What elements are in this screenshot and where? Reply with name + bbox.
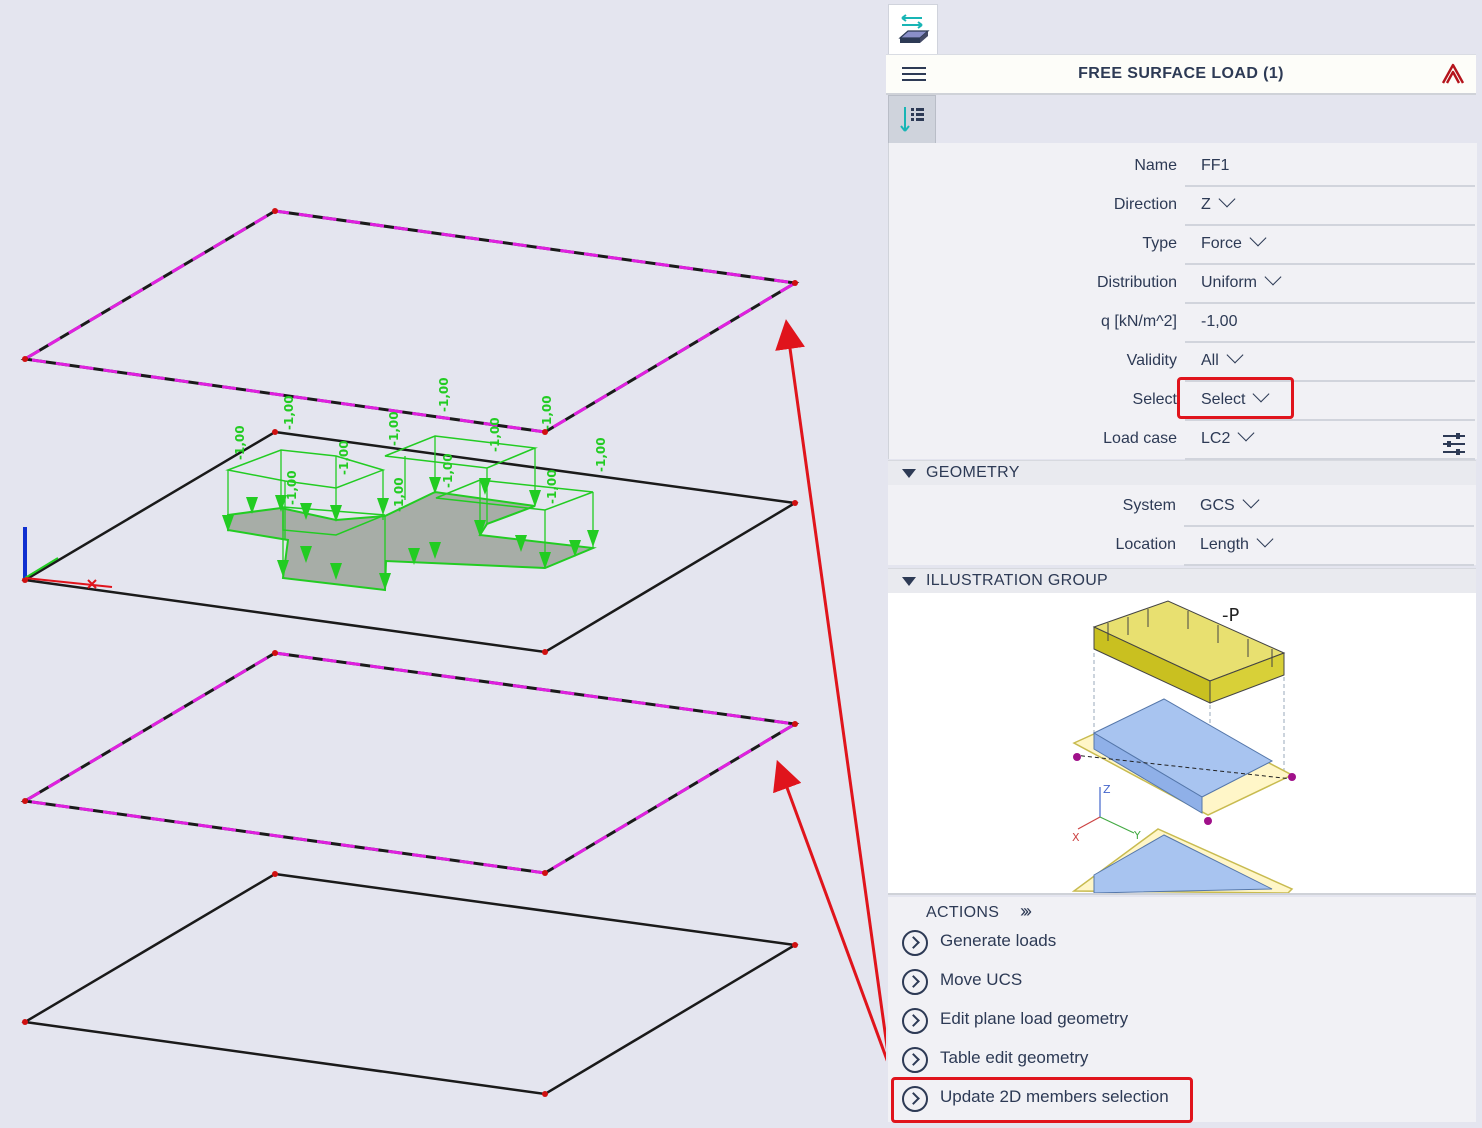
- svg-text:X: X: [1072, 831, 1080, 844]
- action-arrow-icon: [902, 1008, 928, 1034]
- load-label: -1,00: [545, 469, 559, 504]
- panel-title-bar: FREE SURFACE LOAD (1): [886, 54, 1476, 95]
- geometry-section-header[interactable]: GEOMETRY: [888, 460, 1476, 485]
- load-label: -1,00: [437, 377, 451, 412]
- location-dropdown[interactable]: Length: [1184, 530, 1474, 566]
- properties-list: Name FF1 Direction Z Type Force Distribu…: [888, 143, 1477, 460]
- surface-load-tab[interactable]: [888, 4, 938, 55]
- q-field[interactable]: -1,00: [1185, 309, 1475, 343]
- collapse-triangle-icon: [902, 469, 916, 478]
- chevron-down-icon: [1218, 190, 1236, 208]
- property-load-case: Load case LC2: [889, 420, 1477, 460]
- property-select: Select Select: [889, 381, 1477, 421]
- load-label: -1,00: [282, 395, 296, 430]
- table-edit-geometry-button[interactable]: Table edit geometry: [900, 1042, 1460, 1076]
- property-type: Type Force: [889, 225, 1477, 265]
- svg-text:Z: Z: [1103, 783, 1111, 796]
- expand-chevrons-icon[interactable]: ›››: [1020, 901, 1032, 921]
- load-label: -1,00: [387, 411, 401, 446]
- edit-plane-load-geometry-button[interactable]: Edit plane load geometry: [900, 1003, 1460, 1037]
- validity-dropdown[interactable]: All: [1185, 346, 1475, 382]
- chevron-down-icon: [1226, 346, 1244, 364]
- property-direction: Direction Z: [889, 186, 1477, 226]
- list-sort-icon: [900, 107, 924, 132]
- load-label: -1,00: [233, 425, 247, 460]
- load-label: -1,00: [337, 440, 351, 475]
- chevron-down-icon: [1256, 530, 1274, 548]
- surface-load-icon: [898, 14, 930, 43]
- geometry-properties: System GCS Location Length: [888, 485, 1476, 566]
- illustration-section-header[interactable]: ILLUSTRATION GROUP: [888, 568, 1476, 593]
- name-field[interactable]: FF1: [1185, 153, 1475, 187]
- property-location: Location Length: [888, 526, 1476, 566]
- slab-3[interactable]: [20, 650, 800, 876]
- property-name: Name FF1: [889, 147, 1477, 187]
- action-arrow-icon: [902, 969, 928, 995]
- chevron-down-icon: [1242, 491, 1260, 509]
- annotation-arrows: [773, 319, 886, 1062]
- property-system: System GCS: [888, 487, 1476, 527]
- illustration-label: -P: [1222, 605, 1239, 626]
- load-label: -1,00: [488, 417, 502, 452]
- panel-title: FREE SURFACE LOAD (1): [1078, 65, 1284, 82]
- model-view[interactable]: -1,00 -1,00 -1,00 -1,00 -1,00 -1,00 -1,0…: [0, 0, 886, 1128]
- distribution-dropdown[interactable]: Uniform: [1185, 268, 1475, 304]
- action-arrow-icon: [902, 1086, 928, 1112]
- action-arrow-icon: [902, 930, 928, 956]
- free-surface-load[interactable]: -1,00 -1,00 -1,00 -1,00 -1,00 -1,00 -1,0…: [222, 377, 608, 592]
- load-case-dropdown[interactable]: LC2: [1185, 424, 1475, 460]
- actions-header[interactable]: ACTIONS ›››: [926, 901, 1032, 922]
- property-q: q [kN/m^2] -1,00: [889, 303, 1477, 343]
- load-label: -1,00: [392, 477, 406, 512]
- select-dropdown[interactable]: Select: [1185, 385, 1475, 421]
- chevron-down-icon: [1249, 229, 1267, 247]
- 3d-viewport[interactable]: -1,00 -1,00 -1,00 -1,00 -1,00 -1,00 -1,0…: [0, 0, 886, 1128]
- properties-panel: FREE SURFACE LOAD (1) Name FF1 Direction…: [886, 0, 1482, 1128]
- chevron-down-icon: [1237, 424, 1255, 442]
- load-label: -1,00: [540, 395, 554, 430]
- chevron-down-icon: [1264, 268, 1282, 286]
- update-2d-members-selection-button[interactable]: Update 2D members selection: [900, 1081, 1460, 1115]
- type-dropdown[interactable]: Force: [1185, 229, 1475, 265]
- generate-loads-button[interactable]: Generate loads: [900, 925, 1460, 959]
- svg-text:Y: Y: [1133, 829, 1141, 842]
- home-icon[interactable]: [1440, 61, 1466, 87]
- settings-sliders-icon[interactable]: [1441, 432, 1467, 456]
- move-ucs-button[interactable]: Move UCS: [900, 964, 1460, 998]
- collapse-triangle-icon: [902, 577, 916, 586]
- system-dropdown[interactable]: GCS: [1184, 491, 1474, 527]
- property-validity: Validity All: [889, 342, 1477, 382]
- chevron-down-icon: [1252, 385, 1270, 403]
- slab-1[interactable]: [20, 208, 800, 435]
- slab-4[interactable]: [21, 871, 799, 1097]
- action-arrow-icon: [902, 1047, 928, 1073]
- actions-section: ACTIONS ››› Generate loads Move UCS Edit…: [888, 897, 1476, 1122]
- load-label: -1,00: [441, 453, 455, 488]
- tree-view-toggle[interactable]: [888, 95, 936, 145]
- illustration-image: -P Z X Y: [888, 593, 1476, 895]
- load-label: -1,00: [285, 470, 299, 505]
- property-distribution: Distribution Uniform: [889, 264, 1477, 304]
- load-label: -1,00: [594, 437, 608, 472]
- direction-dropdown[interactable]: Z: [1185, 190, 1475, 226]
